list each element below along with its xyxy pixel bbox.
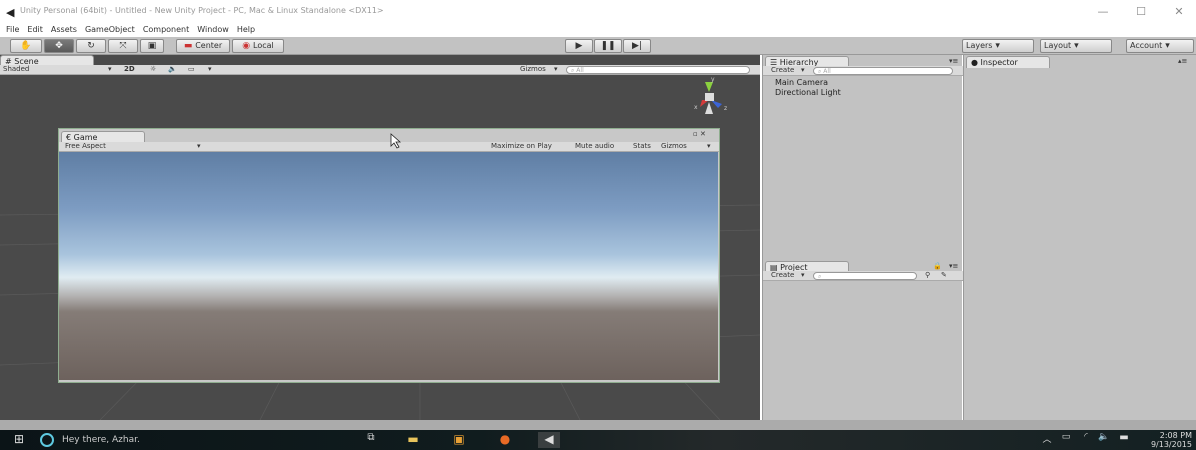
play-icon: ▶ [575, 41, 583, 51]
hierarchy-create-dropdown[interactable]: Create [771, 66, 794, 74]
menu-assets[interactable]: Assets [51, 25, 77, 37]
window-titlebar: ◀ Unity Personal (64bit) - Untitled - Ne… [0, 0, 1196, 26]
inspector-panel: ● Inspector ▴≡ [963, 55, 1196, 420]
layout-dropdown[interactable]: Layout ▾ [1040, 39, 1112, 53]
project-search-input[interactable]: ⌕ [813, 272, 917, 280]
project-toolbar: Create ▾ ⌕ ⚲ ✎ [763, 271, 963, 281]
dropdown-arrow-icon: ▾ [1074, 41, 1079, 51]
search-icon: ⌕ [818, 68, 822, 75]
scene-orientation-gizmo[interactable]: y x z [678, 76, 740, 122]
cortana-search-text[interactable]: Hey there, Azhar. [62, 435, 140, 445]
window-title: Unity Personal (64bit) - Untitled - New … [20, 6, 384, 15]
maximize-button[interactable]: ☐ [1128, 3, 1154, 21]
step-icon: ▶| [632, 41, 642, 51]
rotate-tool-button[interactable]: ↻ [76, 39, 106, 53]
hierarchy-list: Main Camera Directional Light [775, 78, 841, 98]
dropdown-arrow-icon: ▾ [801, 271, 805, 279]
scale-tool-button[interactable]: ⤧ [108, 39, 138, 53]
lock-icon[interactable]: ▴≡ [1178, 57, 1187, 65]
tab-inspector[interactable]: ● Inspector [966, 56, 1050, 68]
game-gizmos-dropdown[interactable]: Gizmos [661, 142, 687, 150]
file-explorer-icon[interactable]: ▬ [402, 432, 424, 448]
cortana-icon[interactable] [40, 433, 54, 447]
hierarchy-panel: ☰ Hierarchy ▾≡ Create ▾ ⌕ All Main Camer… [762, 55, 963, 260]
project-panel: ▤ Project 🔒 ▾≡ Create ▾ ⌕ ⚲ ✎ [762, 260, 963, 420]
game-viewport[interactable] [59, 152, 718, 380]
notification-icon[interactable]: ▬ [1116, 432, 1132, 448]
panel-menu-icon[interactable]: ▾≡ [949, 57, 958, 65]
dropdown-arrow-icon: ▾ [1165, 41, 1170, 51]
menu-window[interactable]: Window [197, 25, 229, 37]
pause-icon: ❚❚ [600, 41, 616, 51]
rotate-icon: ↻ [87, 41, 95, 51]
axis-y-label: y [711, 76, 715, 83]
list-item[interactable]: Directional Light [775, 88, 841, 98]
lock-icon[interactable]: 🔒 [933, 262, 942, 270]
scale-icon: ⤧ [119, 41, 127, 51]
menu-edit[interactable]: Edit [27, 25, 43, 37]
status-bar [0, 420, 1196, 430]
play-button[interactable]: ▶ [565, 39, 593, 53]
wifi-icon[interactable]: ◜ [1078, 432, 1094, 448]
search-icon: ⌕ [818, 273, 822, 280]
windows-start-icon[interactable]: ⊞ [8, 432, 30, 448]
pivot-center-button[interactable]: ▬ Center [176, 39, 230, 53]
dropdown-arrow-icon: ▾ [707, 142, 711, 150]
task-view-icon[interactable]: ⧉ [360, 432, 382, 448]
move-tool-button[interactable]: ✥ [44, 39, 74, 53]
panel-menu-icon[interactable]: ▾≡ [949, 262, 958, 270]
unity-taskbar-icon[interactable]: ◀ [538, 432, 560, 448]
hierarchy-toolbar: Create ▾ ⌕ All [763, 66, 963, 76]
menu-file[interactable]: File [6, 25, 19, 37]
volume-icon[interactable]: 🔈 [1096, 432, 1112, 448]
menu-gameobject[interactable]: GameObject [85, 25, 135, 37]
rect-tool-button[interactable]: ▣ [140, 39, 164, 53]
minimize-button[interactable]: — [1090, 3, 1116, 21]
filter-by-type-icon[interactable]: ⚲ [925, 271, 930, 279]
media-app-icon[interactable]: ▣ [448, 432, 470, 448]
list-item[interactable]: Main Camera [775, 78, 841, 88]
mouse-cursor-icon [390, 133, 402, 149]
rect-icon: ▣ [147, 41, 157, 51]
aspect-dropdown[interactable]: Free Aspect [65, 142, 106, 150]
center-icon: ▬ [183, 41, 193, 51]
layers-dropdown[interactable]: Layers ▾ [962, 39, 1034, 53]
menu-bar: File Edit Assets GameObject Component Wi… [0, 25, 255, 37]
battery-icon[interactable]: ▭ [1058, 432, 1074, 448]
pause-button[interactable]: ❚❚ [594, 39, 622, 53]
mute-audio-toggle[interactable]: Mute audio [575, 142, 614, 150]
account-dropdown[interactable]: Account ▾ [1126, 39, 1194, 53]
game-title-strip [59, 129, 719, 142]
window-options-icon[interactable]: ▫ ✕ [693, 130, 706, 138]
unity-logo-icon: ◀ [6, 6, 15, 19]
hand-icon: ✋ [20, 41, 32, 51]
firefox-icon[interactable]: ● [494, 432, 516, 448]
info-icon: ● [971, 58, 978, 67]
local-icon: ◉ [242, 41, 251, 51]
close-button[interactable]: ✕ [1166, 3, 1192, 21]
menu-help[interactable]: Help [237, 25, 255, 37]
hierarchy-search-input[interactable]: ⌕ All [813, 67, 953, 75]
menu-component[interactable]: Component [143, 25, 189, 37]
game-icon: € [66, 133, 72, 142]
maximize-on-play-toggle[interactable]: Maximize on Play [491, 142, 552, 150]
dropdown-arrow-icon: ▾ [801, 66, 805, 74]
main-toolbar: ✋ ✥ ↻ ⤧ ▣ ▬ Center ◉ Local ▶ ❚❚ ▶| Layer… [0, 37, 1196, 55]
space-local-button[interactable]: ◉ Local [232, 39, 284, 53]
dropdown-arrow-icon: ▾ [995, 41, 1000, 51]
dropdown-arrow-icon: ▾ [197, 142, 201, 150]
clock-time[interactable]: 2:08 PM [1150, 431, 1192, 440]
axis-z-label: z [724, 105, 727, 112]
step-button[interactable]: ▶| [623, 39, 651, 53]
game-control-bar: Free Aspect ▾ Maximize on Play Mute audi… [59, 142, 719, 152]
stats-toggle[interactable]: Stats [633, 142, 651, 150]
windows-taskbar: ⊞ Hey there, Azhar. ⧉ ▬ ▣ ● ◀ ︿ ▭ ◜ 🔈 ▬ … [0, 430, 1196, 450]
project-create-dropdown[interactable]: Create [771, 271, 794, 279]
clock-date[interactable]: 9/13/2015 [1140, 440, 1192, 449]
hand-tool-button[interactable]: ✋ [10, 39, 42, 53]
axis-x-label: x [694, 104, 698, 111]
show-hidden-icons-icon[interactable]: ︿ [1040, 432, 1054, 448]
filter-by-label-icon[interactable]: ✎ [941, 271, 947, 279]
move-icon: ✥ [55, 41, 63, 51]
